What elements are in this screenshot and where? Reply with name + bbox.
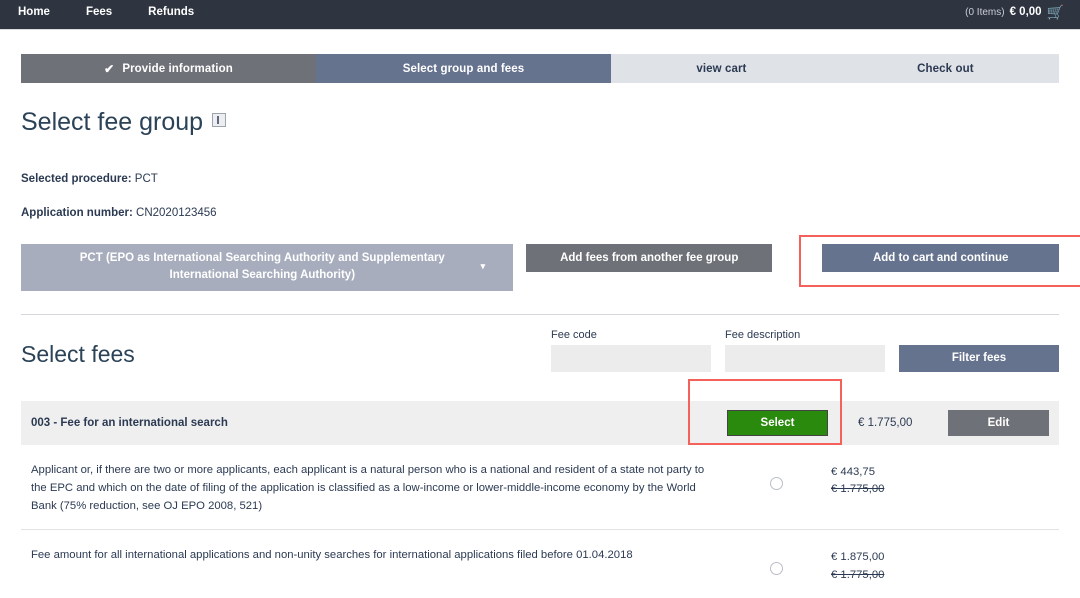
subfee-prices: € 1.875,00 € 1.775,00 — [831, 546, 884, 584]
fee-row-price: € 1.775,00 — [858, 417, 948, 429]
subfee-description: Applicant or, if there are two or more a… — [21, 461, 721, 516]
subfee-radio-cell — [721, 546, 831, 575]
info-icon[interactable] — [212, 113, 226, 127]
fee-group-dropdown-label: PCT (EPO as International Searching Auth… — [49, 250, 476, 285]
fee-row-header: 003 - Fee for an international search Se… — [21, 401, 1059, 445]
fee-table: 003 - Fee for an international search Se… — [21, 401, 1059, 598]
top-nav-links: Home Fees Refunds — [0, 0, 212, 24]
fee-code-field-group: Fee code — [551, 329, 711, 372]
fee-code-input[interactable] — [551, 345, 711, 372]
step-label: view cart — [696, 63, 746, 75]
add-fees-from-another-group-button[interactable]: Add fees from another fee group — [526, 244, 772, 272]
subfee-price: € 1.875,00 — [831, 549, 884, 567]
fee-group-dropdown-button[interactable]: PCT (EPO as International Searching Auth… — [21, 244, 513, 291]
section-title-select-fees: Select fees — [21, 341, 135, 372]
step-select-group-and-fees[interactable]: Select group and fees — [316, 54, 611, 83]
subfee-description: Fee amount for all international applica… — [21, 546, 721, 564]
cart-total-amount: € 0,00 — [1010, 6, 1042, 18]
step-check-out[interactable]: Check out — [832, 54, 1059, 83]
step-label: Provide information — [122, 63, 233, 75]
application-number-label: Application number: — [21, 207, 133, 219]
check-icon: ✔ — [104, 62, 114, 76]
checkout-step-bar: ✔ Provide information Select group and f… — [21, 54, 1059, 83]
section-divider — [21, 314, 1059, 315]
selected-procedure-label: Selected procedure: — [21, 173, 132, 185]
fee-description-label: Fee description — [725, 329, 885, 341]
fee-code-label: Fee code — [551, 329, 711, 341]
fee-row-label: 003 - Fee for an international search — [21, 417, 727, 429]
step-label: Select group and fees — [403, 63, 525, 75]
subfee-price: € 443,75 — [831, 464, 884, 482]
nav-item-refunds[interactable]: Refunds — [130, 0, 212, 24]
subfee-old-price: € 1.775,00 — [831, 567, 884, 585]
selected-procedure-value: PCT — [135, 173, 158, 185]
subfee-radio-cell — [721, 461, 831, 490]
subfee-prices: € 443,75 € 1.775,00 — [831, 461, 884, 499]
shopping-cart-icon[interactable]: 🛒 — [1047, 5, 1064, 19]
nav-item-fees[interactable]: Fees — [68, 0, 130, 24]
selected-procedure: Selected procedure: PCT — [21, 173, 1059, 185]
select-fee-button[interactable]: Select — [727, 410, 828, 436]
step-view-cart[interactable]: view cart — [611, 54, 832, 83]
fee-group-actions-row: PCT (EPO as International Searching Auth… — [21, 244, 1059, 291]
cart-item-count: (0 Items) — [965, 7, 1004, 18]
page-container: ✔ Provide information Select group and f… — [21, 30, 1059, 598]
top-navigation-bar: Home Fees Refunds (0 Items) € 0,00 🛒 — [0, 0, 1080, 24]
subfee-radio-button[interactable] — [770, 562, 783, 575]
table-row: Applicant or, if there are two or more a… — [21, 445, 1059, 531]
cart-summary[interactable]: (0 Items) € 0,00 🛒 — [965, 5, 1070, 19]
nav-item-home[interactable]: Home — [0, 0, 68, 24]
select-fees-header: Select fees Fee code Fee description Fil… — [21, 329, 1059, 372]
page-title-text: Select fee group — [21, 109, 203, 137]
fee-description-field-group: Fee description — [725, 329, 885, 372]
add-to-cart-and-continue-button[interactable]: Add to cart and continue — [822, 244, 1059, 272]
step-label: Check out — [917, 63, 974, 75]
edit-fee-button[interactable]: Edit — [948, 410, 1049, 436]
page-title: Select fee group — [21, 109, 1059, 137]
application-number-value: CN2020123456 — [136, 207, 217, 219]
chevron-down-icon: ▾ — [481, 260, 486, 274]
subfee-old-price: € 1.775,00 — [831, 481, 884, 499]
fee-description-input[interactable] — [725, 345, 885, 372]
filter-fees-button[interactable]: Filter fees — [899, 345, 1059, 372]
table-row: Fee amount for all international applica… — [21, 530, 1059, 598]
step-provide-information[interactable]: ✔ Provide information — [21, 54, 316, 83]
subfee-radio-button[interactable] — [770, 477, 783, 490]
fee-filter-controls: Fee code Fee description Filter fees — [551, 329, 1059, 372]
application-number: Application number: CN2020123456 — [21, 207, 1059, 219]
